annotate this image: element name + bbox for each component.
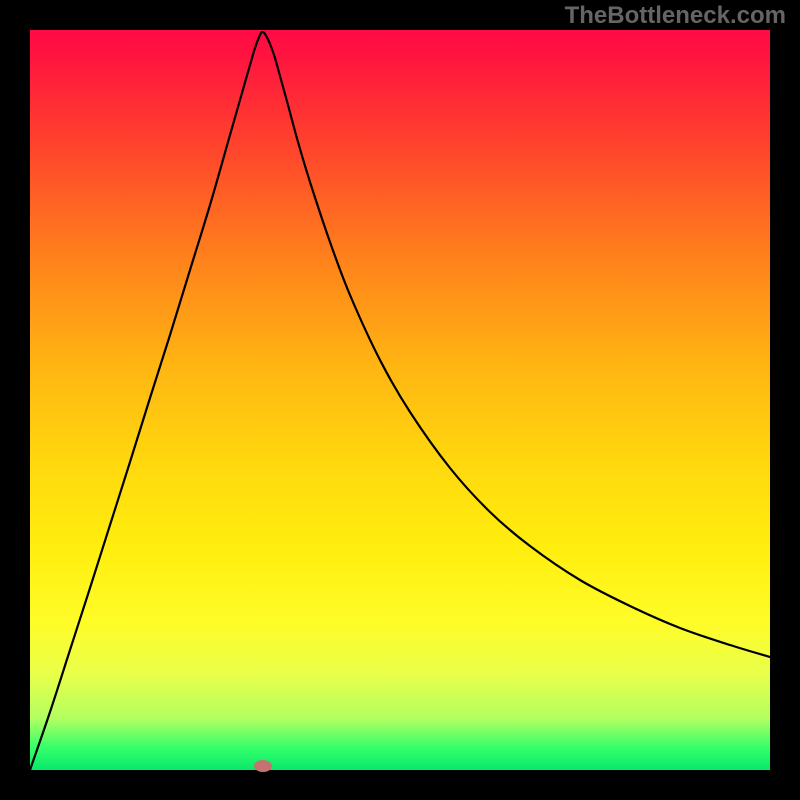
watermark-text: TheBottleneck.com (565, 2, 786, 30)
chart-frame: TheBottleneck.com (0, 0, 800, 800)
bottleneck-curve (30, 32, 770, 770)
curve-svg (30, 30, 770, 770)
minimum-marker (254, 760, 272, 772)
plot-area (30, 30, 770, 770)
